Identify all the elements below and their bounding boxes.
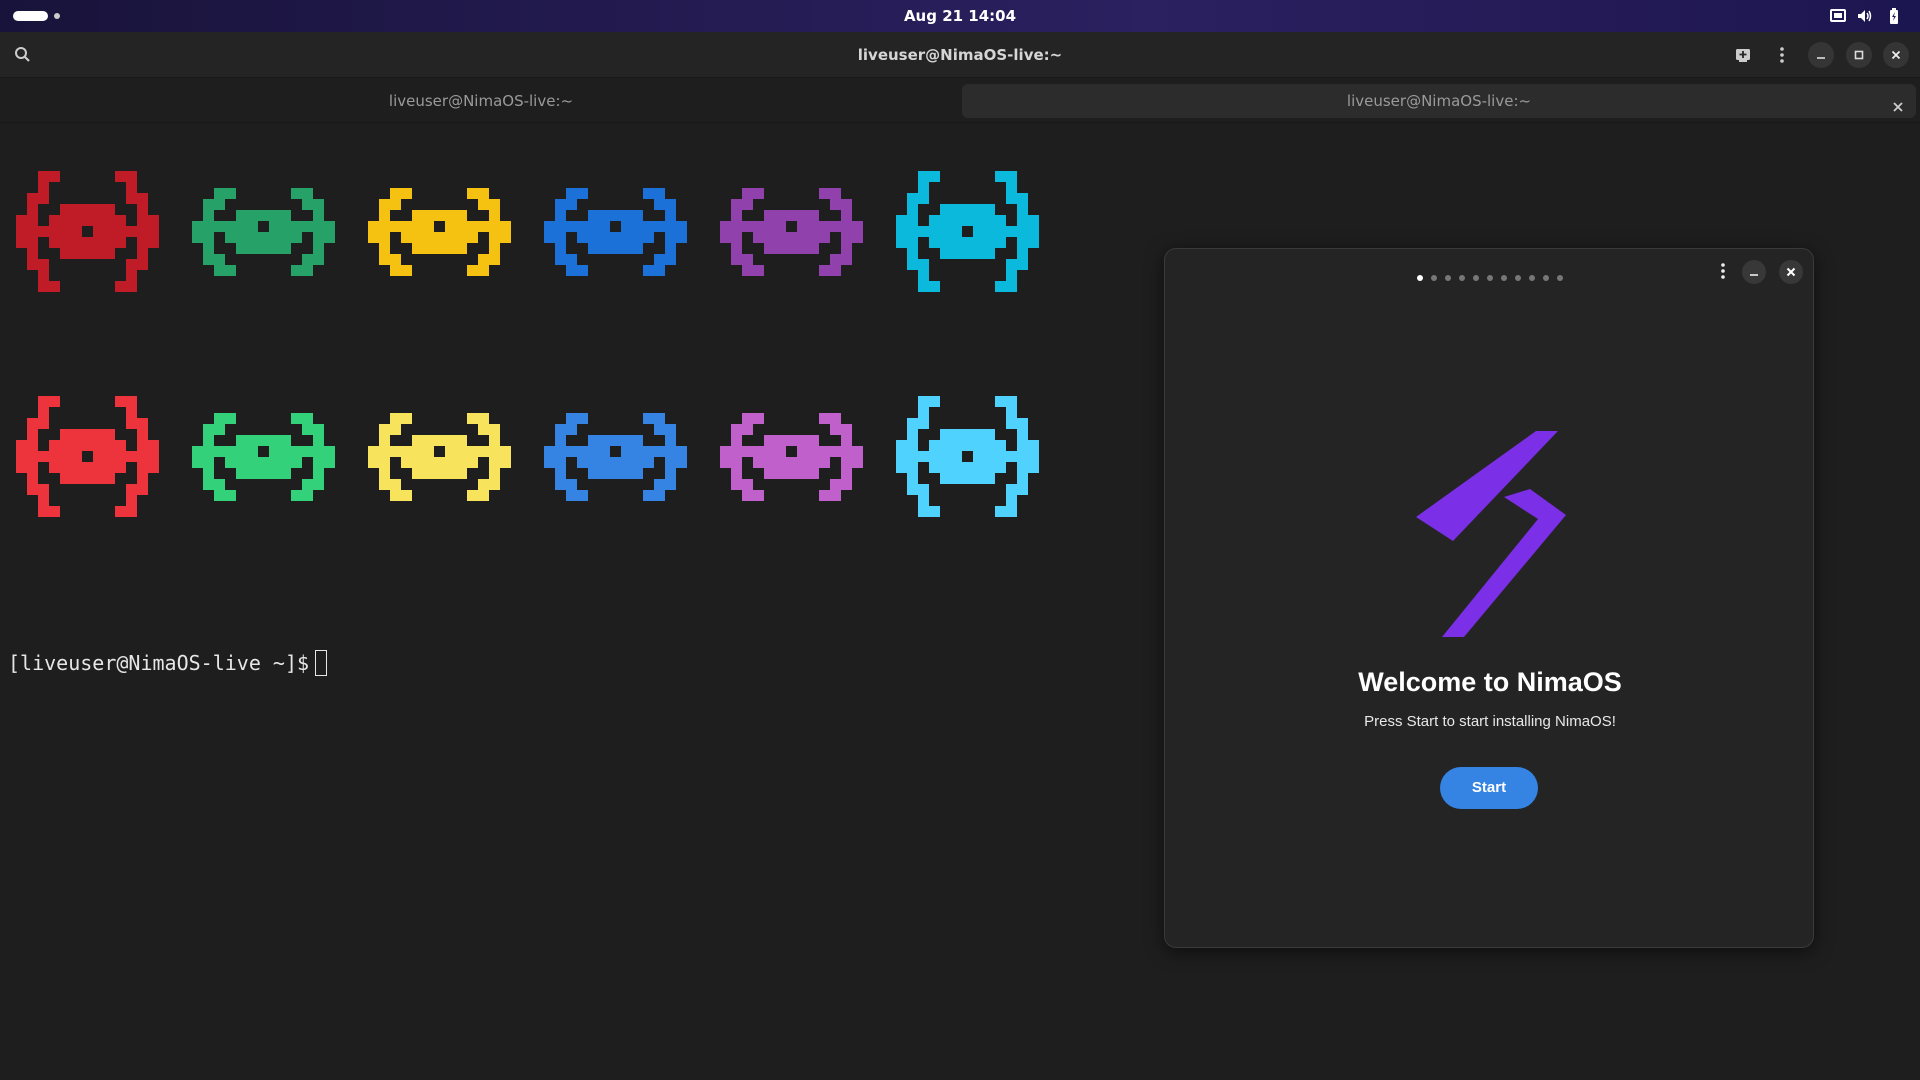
page-dot	[1459, 274, 1465, 281]
menu-icon[interactable]	[1769, 42, 1795, 68]
tab-close-icon[interactable]	[1890, 93, 1906, 112]
page-dot	[1501, 274, 1507, 281]
terminal-headerbar: liveuser@NimaOS-live:~	[0, 32, 1920, 78]
page-dot	[1487, 274, 1493, 281]
page-dot	[1557, 274, 1563, 281]
new-tab-icon[interactable]	[1730, 42, 1756, 68]
tab-label: liveuser@NimaOS-live:~	[1346, 92, 1532, 110]
nimaos-logo	[1416, 431, 1566, 637]
battery-icon[interactable]	[1885, 7, 1903, 25]
start-button[interactable]: Start	[1440, 767, 1538, 809]
welcome-subtitle: Press Start to start installing NimaOS!	[1364, 713, 1616, 730]
page-dot	[1529, 274, 1535, 281]
tab-bar: liveuser@NimaOS-live:~ liveuser@NimaOS-l…	[0, 79, 1920, 123]
text-cursor	[315, 650, 328, 676]
page-dot	[1543, 274, 1549, 281]
page-dot	[1417, 274, 1423, 281]
screen-icon[interactable]	[1829, 7, 1847, 25]
page-dot	[1473, 274, 1479, 281]
prompt-text: [liveuser@NimaOS-live ~]$	[8, 651, 310, 675]
volume-icon[interactable]	[1856, 7, 1874, 25]
maximize-icon[interactable]	[1846, 42, 1872, 68]
page-dot	[1515, 274, 1521, 281]
top-bar: Aug 21 14:04	[0, 0, 1920, 32]
close-icon[interactable]	[1779, 260, 1803, 284]
minimize-icon[interactable]	[1808, 42, 1834, 68]
space-invaders-art	[16, 171, 1039, 517]
shell-prompt: [liveuser@NimaOS-live ~]$	[8, 650, 328, 676]
minimize-icon[interactable]	[1742, 260, 1766, 284]
page-dot	[1431, 274, 1437, 281]
menu-icon[interactable]	[1711, 259, 1735, 283]
window-title: liveuser@NimaOS-live:~	[857, 46, 1063, 64]
page-dot	[1445, 274, 1451, 281]
tab-terminal-1[interactable]: liveuser@NimaOS-live:~	[4, 84, 958, 118]
tab-terminal-2[interactable]: liveuser@NimaOS-live:~	[962, 84, 1916, 118]
close-icon[interactable]	[1883, 42, 1909, 68]
welcome-title: Welcome to NimaOS	[1358, 667, 1622, 697]
welcome-dialog: Welcome to NimaOS Press Start to start i…	[1164, 248, 1814, 948]
clock[interactable]: Aug 21 14:04	[0, 0, 1920, 32]
